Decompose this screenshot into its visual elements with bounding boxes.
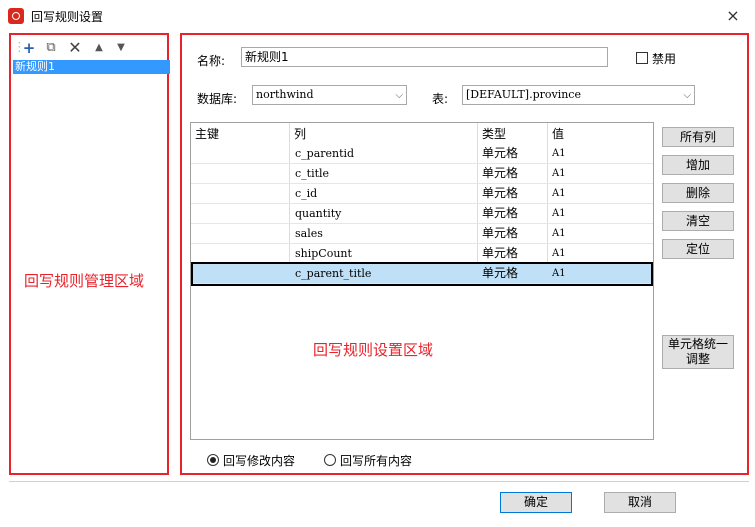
table-value: [DEFAULT].province [466,88,581,101]
database-label: 数据库: [197,92,238,106]
divider [9,481,749,482]
name-label: 名称: [197,54,226,68]
table-row[interactable]: quantity 单元格 A1 [191,204,653,224]
cell-type: 单元格 [482,246,519,260]
cell-value: A1 [552,208,566,219]
cell-type: 单元格 [482,166,519,180]
rule-toolbar: ⋮ + ⧉ ✕ ▲ ▼ [13,37,165,59]
header-type[interactable]: 类型 [482,125,506,142]
cell-column: shipCount [295,247,352,260]
move-down-icon[interactable]: ▼ [113,40,129,56]
table-row[interactable]: shipCount 单元格 A1 [191,244,653,264]
cell-value: A1 [552,188,566,199]
cell-column: c_parentid [295,147,355,160]
cell-value: A1 [552,248,566,259]
rule-management-annotation: 回写规则管理区域 [24,272,145,290]
disable-label: 禁用 [652,52,677,66]
writeback-modified-label: 回写修改内容 [223,454,296,468]
locate-button[interactable]: 定位 [662,239,734,259]
header-primary-key[interactable]: 主键 [195,125,219,142]
writeback-all-label: 回写所有内容 [340,454,413,468]
copy-icon[interactable]: ⧉ [43,40,59,56]
cell-column: c_title [295,167,330,180]
writeback-modified-radio[interactable] [207,454,219,466]
close-button[interactable]: × [722,6,744,26]
window-title: 回写规则设置 [31,10,104,24]
chevron-down-icon: ⌵ [683,90,691,101]
database-value: northwind [256,88,314,101]
table-select[interactable]: [DEFAULT].province ⌵ [462,85,695,105]
cell-column: c_id [295,187,318,200]
add-button[interactable]: 增加 [662,155,734,175]
rule-list-item[interactable]: 新规则1 [13,60,170,74]
ok-button[interactable]: 确定 [500,492,572,513]
cell-type: 单元格 [482,206,519,220]
cell-type: 单元格 [482,266,519,280]
name-input[interactable]: 新规则1 [241,47,608,67]
cell-value: A1 [552,268,566,279]
cell-column: c_parent_title [295,267,372,280]
app-logo-icon [8,8,24,24]
cell-column: quantity [295,207,342,220]
header-column[interactable]: 列 [294,125,306,142]
uniform-adjust-button[interactable]: 单元格统一调整 [662,335,734,369]
rule-management-panel: ⋮ + ⧉ ✕ ▲ ▼ 新规则1 [9,33,170,475]
cell-type: 单元格 [482,146,519,160]
header-value[interactable]: 值 [552,125,564,142]
move-up-icon[interactable]: ▲ [91,40,107,56]
cell-type: 单元格 [482,226,519,240]
cell-type: 单元格 [482,186,519,200]
cell-value: A1 [552,148,566,159]
column-mapping-table: 主键 列 类型 值 c_parentid 单元格 A1 c_title 单元格 … [190,122,654,440]
writeback-all-radio[interactable] [324,454,336,466]
clear-button[interactable]: 清空 [662,211,734,231]
rule-settings-annotation: 回写规则设置区域 [313,341,434,359]
table-row[interactable]: c_title 单元格 A1 [191,164,653,184]
table-row[interactable]: c_id 单元格 A1 [191,184,653,204]
rule-list: 新规则1 [13,60,170,470]
chevron-down-icon: ⌵ [395,90,403,101]
cell-value: A1 [552,228,566,239]
cell-column: sales [295,227,323,240]
delete-icon[interactable]: ✕ [67,40,83,56]
all-columns-button[interactable]: 所有列 [662,127,734,147]
disable-checkbox[interactable] [636,52,648,64]
add-icon[interactable]: + [21,40,37,56]
toolbar-grip: ⋮ [13,40,26,55]
table-row-selected[interactable]: c_parent_title 单元格 A1 [191,262,653,286]
table-row[interactable]: sales 单元格 A1 [191,224,653,244]
table-row[interactable]: c_parentid 单元格 A1 [191,144,653,164]
database-select[interactable]: northwind ⌵ [252,85,407,105]
table-label: 表: [432,92,449,106]
cancel-button[interactable]: 取消 [604,492,676,513]
title-bar: 回写规则设置 × [0,0,755,31]
delete-button[interactable]: 删除 [662,183,734,203]
cell-value: A1 [552,168,566,179]
